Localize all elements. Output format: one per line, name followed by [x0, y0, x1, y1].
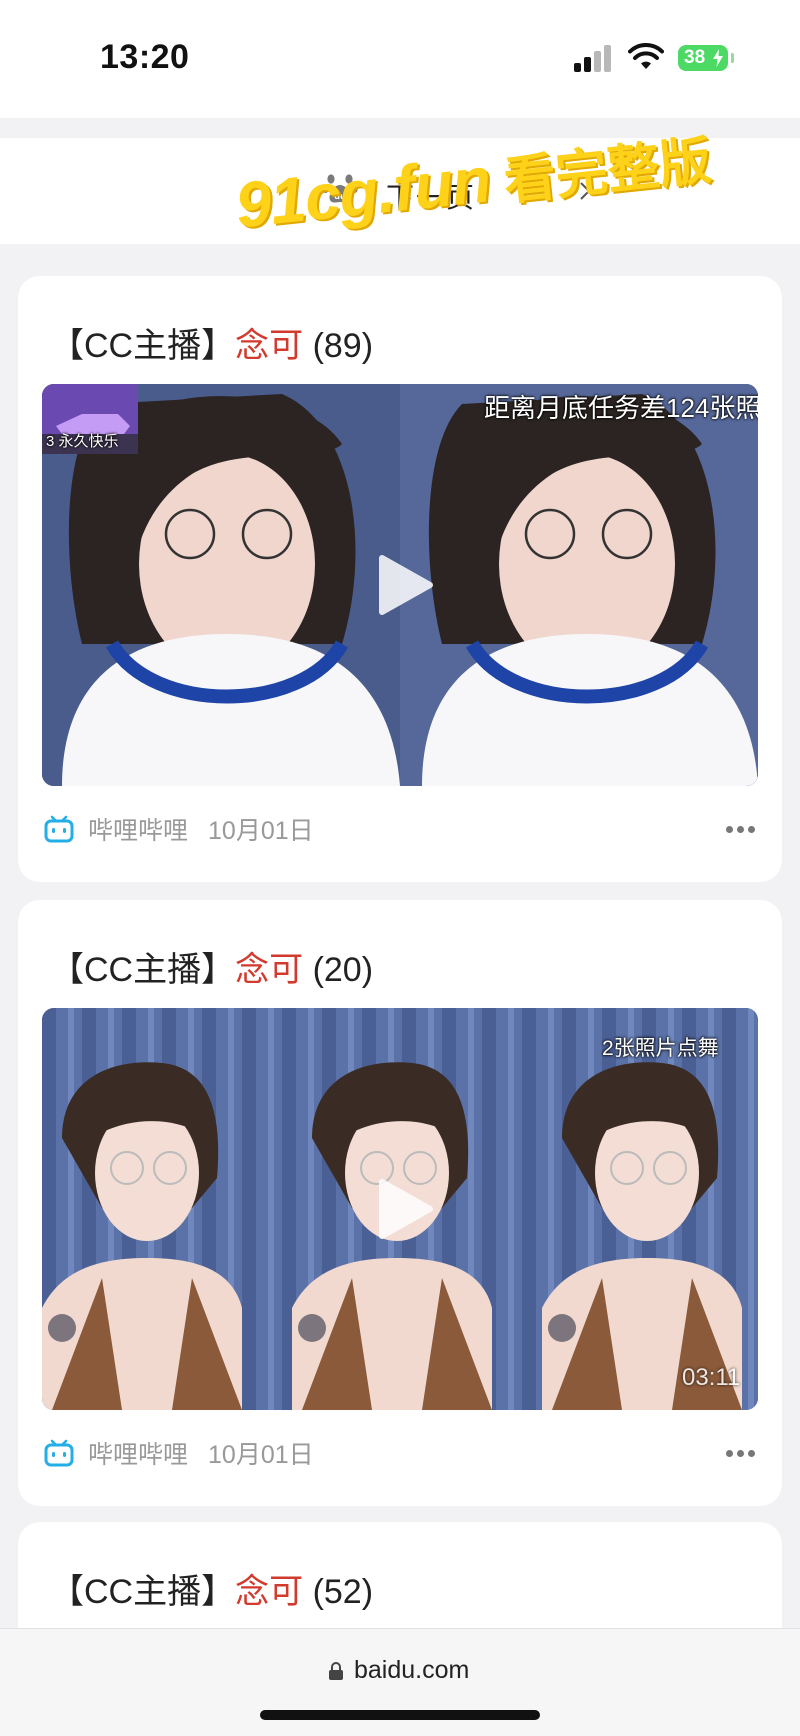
title-count: (52)	[312, 1573, 374, 1611]
title-count: (20)	[312, 951, 374, 989]
more-options-icon[interactable]	[726, 1450, 756, 1458]
title-prefix: 【CC主播】	[50, 951, 236, 989]
card-title[interactable]: 【CC主播】念可 (20)	[50, 942, 373, 991]
wifi-icon	[628, 43, 664, 69]
home-indicator[interactable]	[260, 1710, 540, 1720]
title-name: 念可	[235, 327, 304, 365]
overlay-caption: 2张照片点舞	[602, 1037, 719, 1060]
badge-text: 3 永久快乐	[46, 433, 119, 450]
battery-level: 38	[684, 47, 706, 68]
title-name: 念可	[235, 1573, 304, 1611]
video-source-row: 哔哩哔哩 10月01日	[44, 812, 314, 846]
title-prefix: 【CC主播】	[50, 327, 236, 365]
source-name[interactable]: 哔哩哔哩	[88, 811, 188, 847]
more-options-icon[interactable]	[726, 826, 756, 834]
video-card[interactable]: 【CC主播】念可 (20) 2张照片点舞 03:11 哔哩哔哩 10月01日	[18, 900, 782, 1506]
play-icon[interactable]	[378, 1178, 434, 1240]
title-count: (89)	[312, 327, 374, 365]
video-source-row: 哔哩哔哩 10月01日	[44, 1436, 314, 1470]
bilibili-icon	[44, 815, 74, 843]
card-title[interactable]: 【CC主播】念可 (52)	[50, 1564, 373, 1613]
publish-date: 10月01日	[208, 1441, 314, 1469]
card-title[interactable]: 【CC主播】念可 (89)	[50, 318, 373, 367]
battery-indicator: 38	[678, 45, 728, 71]
video-duration: 03:11	[682, 1364, 741, 1391]
overlay-caption: 距离月底任务差124张照	[484, 393, 758, 423]
battery-tip	[731, 53, 734, 63]
lock-icon	[329, 1662, 343, 1680]
video-thumbnail[interactable]: 3 永久快乐 距离月底任务差124张照	[42, 384, 758, 786]
bilibili-icon	[44, 1439, 74, 1467]
charging-bolt-icon	[713, 49, 723, 67]
play-icon[interactable]	[378, 554, 434, 616]
title-prefix: 【CC主播】	[50, 1573, 236, 1611]
video-thumbnail[interactable]: 2张照片点舞 03:11	[42, 1008, 758, 1410]
publish-date: 10月01日	[208, 817, 314, 845]
url-text[interactable]: baidu.com	[354, 1656, 469, 1685]
cellular-signal-icon	[574, 44, 614, 72]
source-name[interactable]: 哔哩哔哩	[88, 1435, 188, 1471]
video-card[interactable]: 【CC主播】念可 (89) 3 永久快乐 距离月底任务差124张照 哔哩哔哩 1…	[18, 276, 782, 882]
status-time: 13:20	[100, 38, 190, 76]
title-name: 念可	[235, 951, 304, 989]
